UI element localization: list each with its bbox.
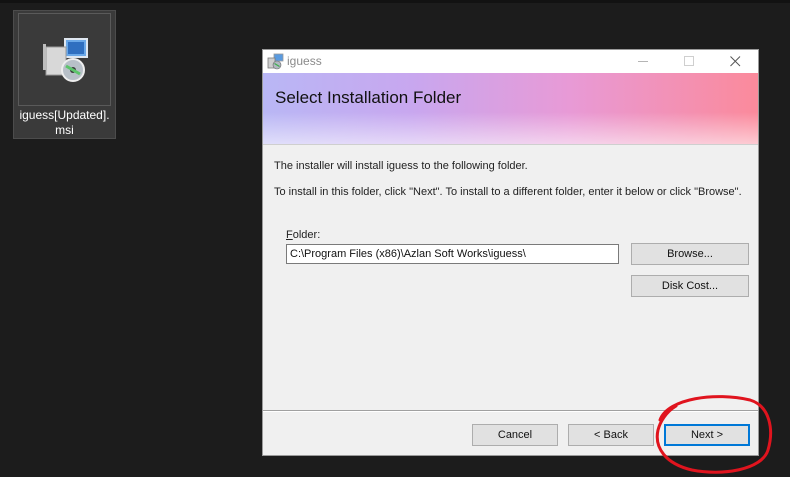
disk-cost-button[interactable]: Disk Cost... xyxy=(631,275,749,297)
close-icon xyxy=(730,56,741,67)
title-bar[interactable]: iguess xyxy=(263,50,758,73)
close-button[interactable] xyxy=(712,50,758,73)
page-title: Select Installation Folder xyxy=(275,88,462,107)
desktop-file-label: iguess[Updated]. msi xyxy=(19,108,110,137)
browse-button[interactable]: Browse... xyxy=(631,243,749,265)
desktop-file-msi[interactable]: iguess[Updated]. msi xyxy=(13,10,116,139)
maximize-button[interactable] xyxy=(666,50,712,73)
maximize-icon xyxy=(684,56,694,66)
top-edge xyxy=(0,0,790,3)
back-button[interactable]: < Back xyxy=(568,424,654,446)
folder-label: Folder: xyxy=(286,229,321,241)
install-description: The installer will install iguess to the… xyxy=(274,160,528,172)
folder-path-input[interactable] xyxy=(286,244,619,264)
minimize-button[interactable] xyxy=(620,50,666,73)
red-circle-annotation xyxy=(655,395,772,474)
cancel-button[interactable]: Cancel xyxy=(472,424,558,446)
minimize-icon xyxy=(638,61,648,62)
install-instructions: To install in this folder, click "Next".… xyxy=(274,186,742,198)
installer-icon xyxy=(267,53,284,70)
window-title: iguess xyxy=(287,54,322,68)
msi-installer-icon xyxy=(18,13,111,106)
header-banner: Select Installation Folder xyxy=(263,73,758,145)
